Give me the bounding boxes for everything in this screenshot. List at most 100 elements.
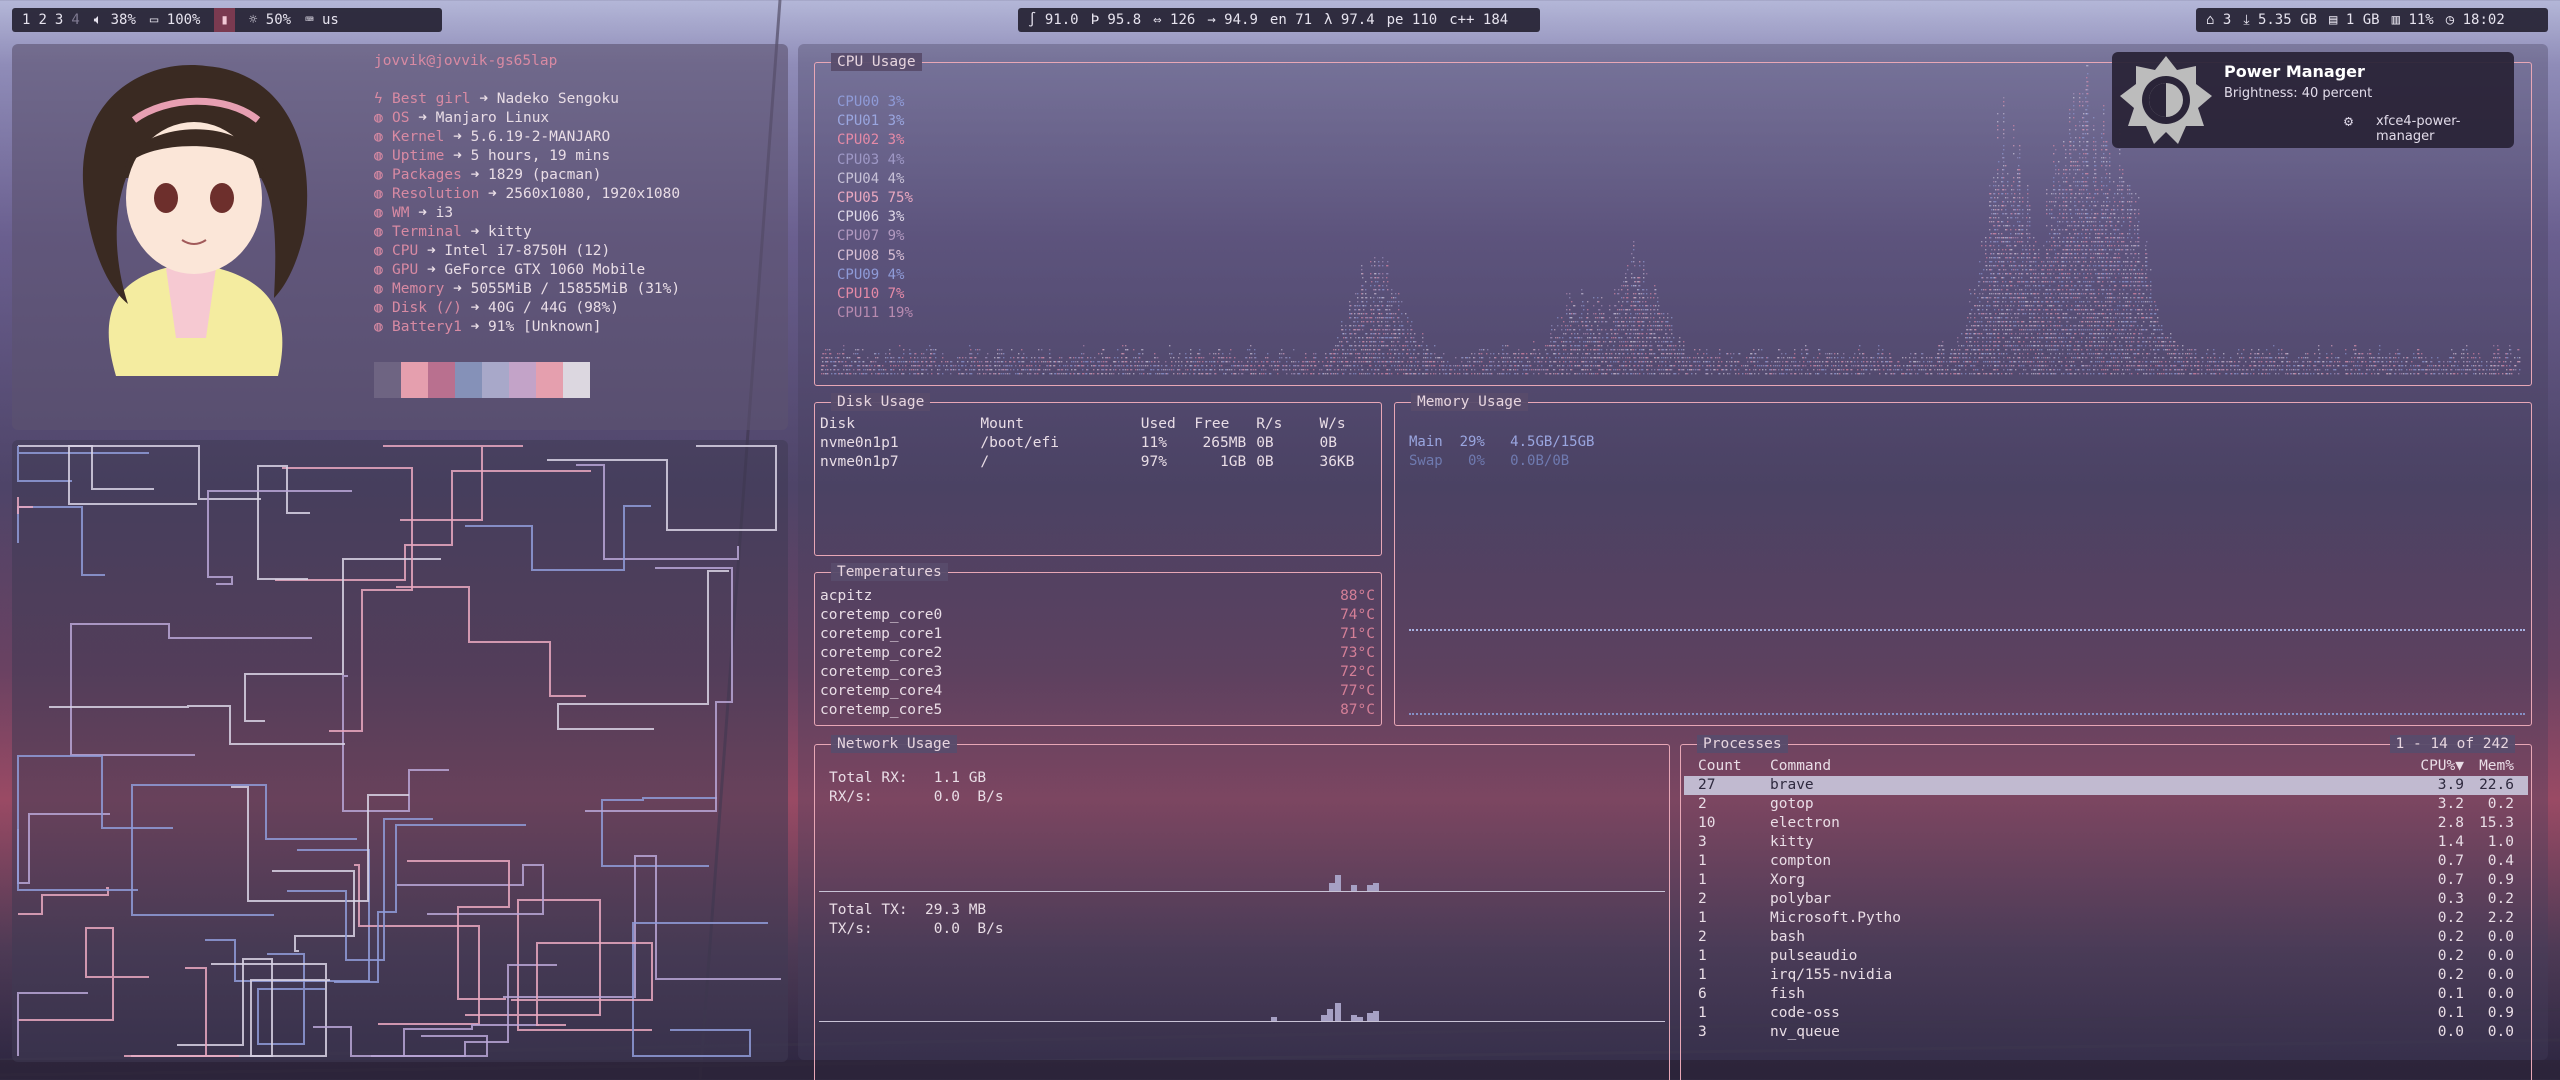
cpu-graph-dot	[1639, 285, 1641, 287]
cpu-graph-dot	[1671, 341, 1673, 343]
cpu-graph-dot	[1994, 193, 1996, 195]
cpu-graph-dot	[1567, 357, 1569, 359]
pipes-terminal[interactable]	[12, 440, 788, 1062]
cpu-graph-dot	[2021, 277, 2023, 279]
cpu-graph-dot	[1151, 369, 1153, 371]
cpu-graph-dot	[1139, 365, 1141, 367]
cpu-graph-dot	[1998, 297, 2000, 299]
cpu-graph-dot	[1430, 357, 1432, 359]
cpu-graph-dot	[1650, 297, 1652, 299]
cpu-graph-dot	[1603, 357, 1605, 359]
cpu-graph-dot	[922, 365, 924, 367]
cpu-graph-dot	[951, 361, 953, 363]
cpu-graph-dot	[2023, 329, 2025, 331]
cpu-graph-dot	[1643, 345, 1645, 347]
cpu-graph-dot	[1381, 313, 1383, 315]
cpu-graph-dot	[1219, 349, 1221, 351]
cpu-graph-dot	[2017, 237, 2019, 239]
cpu-graph-dot	[1683, 369, 1685, 371]
cpu-graph-dot	[1639, 293, 1641, 295]
cpu-graph-dot	[1677, 353, 1679, 355]
arrow: ➜	[426, 243, 436, 259]
cpu-graph-dot	[1355, 309, 1357, 311]
cpu-graph-dot	[2017, 197, 2019, 199]
cpu-graph-dot	[1627, 269, 1629, 271]
cpu-graph-dot	[1782, 365, 1784, 367]
updates-indicator[interactable]: ⌂ 3	[2206, 8, 2231, 32]
workspace-1[interactable]: 1	[22, 8, 30, 32]
cpu-graph-dot	[1989, 185, 1991, 187]
cpu-graph-dot	[1333, 373, 1335, 375]
clock[interactable]: ◷ 18:02	[2446, 8, 2505, 32]
cpu-graph-dot	[1055, 361, 1057, 363]
cpu-graph-dot	[1710, 369, 1712, 371]
cpu-graph-dot	[1795, 369, 1797, 371]
cpu-graph-dot	[1435, 373, 1437, 375]
gotop-terminal[interactable]: CPU Usage CPU00 3% CPU01 3% CPU02 3% CPU03 …	[798, 44, 2548, 1080]
cpu-graph-dot	[1363, 305, 1365, 307]
cpu-graph-dot	[1547, 369, 1549, 371]
cpu-graph-dot	[1229, 353, 1231, 355]
cpu-graph-dot	[1987, 317, 1989, 319]
cpu-graph-dot	[1975, 333, 1977, 335]
cpu-graph-dot	[1842, 361, 1844, 363]
workspace-2[interactable]: 2	[38, 8, 46, 32]
cpu-graph-dot	[1970, 333, 1972, 335]
cpu-graph-dot	[2019, 145, 2021, 147]
neofetch-terminal[interactable]: jovvik@jovvik-gs65lap ϟ Best girl ➜ Nadek…	[12, 44, 788, 430]
cpu-graph-dot	[2019, 233, 2021, 235]
cpu-graph-dot	[1622, 345, 1624, 347]
workspace-3[interactable]: 3	[55, 8, 63, 32]
cpu-graph-dot	[1562, 337, 1564, 339]
cpu-graph-dot	[1869, 373, 1871, 375]
cpu-graph-dot	[1742, 373, 1744, 375]
cpu-graph-dot	[1847, 361, 1849, 363]
volume-indicator[interactable]: 🔈︎ 38%	[94, 8, 136, 32]
cpu-graph-dot	[1773, 373, 1775, 375]
cpu-graph-dot	[1955, 353, 1957, 355]
cpu-graph-dot	[2030, 309, 2032, 311]
cpu-graph-dot	[1663, 353, 1665, 355]
cpu-graph-dot	[1079, 365, 1081, 367]
cpu-graph-dot	[1803, 361, 1805, 363]
cpu-graph-dot	[2023, 301, 2025, 303]
cpu-graph-dot	[1661, 313, 1663, 315]
cpu-graph-dot	[2019, 197, 2021, 199]
cpu-graph-dot	[1586, 373, 1588, 375]
cpu-graph-dot	[1323, 365, 1325, 367]
cpu-graph-dot	[1986, 313, 1988, 315]
cpu-graph-dot	[2015, 217, 2017, 219]
cpu-graph-dot	[2019, 337, 2021, 339]
cpu-graph-dot	[1573, 321, 1575, 323]
stat-4: → 94.9	[1207, 12, 1258, 28]
cpu-graph-dot	[1651, 325, 1653, 327]
cpu-graph-dot	[1405, 345, 1407, 347]
cpu-graph-dot	[1635, 313, 1637, 315]
cpu-graph-dot	[1683, 341, 1685, 343]
brightness-indicator[interactable]: ☼ 50%	[249, 8, 291, 32]
cpu-graph-dot	[1337, 337, 1339, 339]
anime-avatar-image	[82, 65, 308, 376]
cpu-graph-dot	[837, 353, 839, 355]
cpu-graph-dot	[2003, 237, 2005, 239]
cpu-graph-dot	[977, 361, 979, 363]
cpu-graph-dot	[2030, 301, 2032, 303]
cpu-graph-dot	[891, 369, 893, 371]
cpu-graph-dot	[939, 369, 941, 371]
cpu-graph-dot	[899, 357, 901, 359]
cpu-graph-dot	[893, 369, 895, 371]
workspace-4[interactable]: 4	[71, 8, 79, 32]
cpu-graph-dot	[1367, 317, 1369, 319]
keyboard-indicator[interactable]: ⌨ us	[305, 8, 339, 32]
cpu-graph-dot	[2027, 197, 2029, 199]
cpu-graph-dot	[2011, 309, 2013, 311]
cpu-graph-dot	[2003, 361, 2005, 363]
cpu-graph-dot	[1342, 329, 1344, 331]
cpu-graph-dot	[1362, 285, 1364, 287]
cpu-graph-dot	[910, 353, 912, 355]
cpu-graph-dot	[1391, 313, 1393, 315]
cpu-graph-dot	[1431, 353, 1433, 355]
cpu-graph-dot	[2011, 297, 2013, 299]
cpu-graph-dot	[1394, 365, 1396, 367]
cpu-graph-dot	[1431, 369, 1433, 371]
